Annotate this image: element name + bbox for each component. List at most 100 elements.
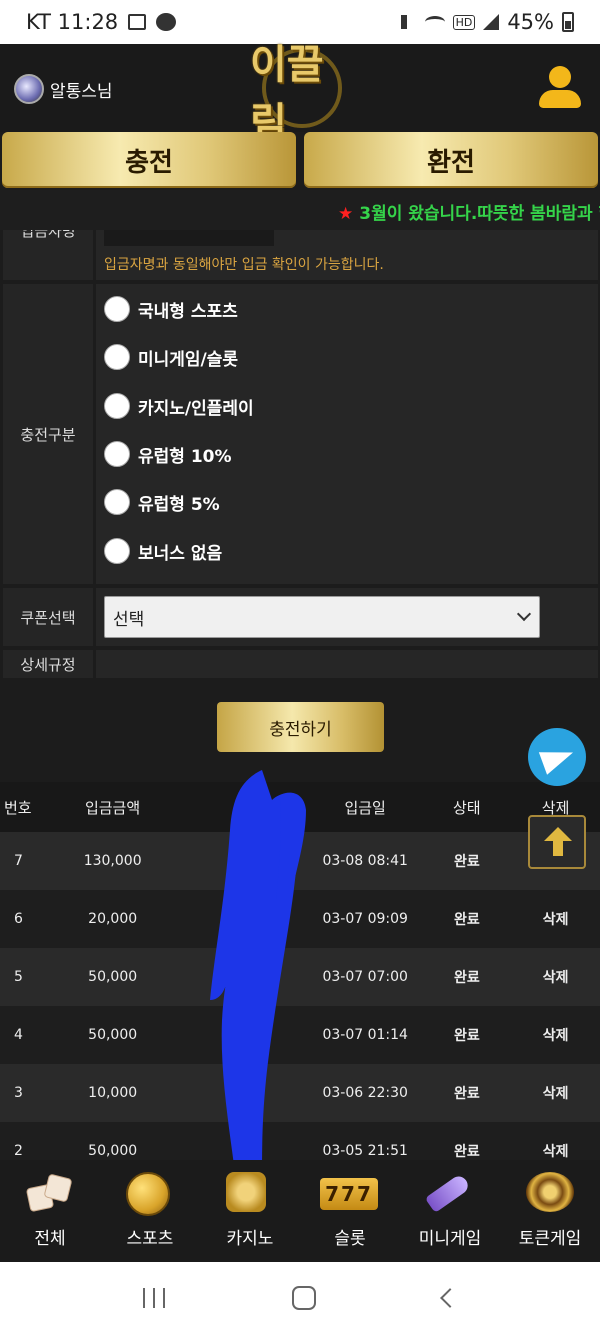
star-icon: ★: [338, 204, 354, 224]
detail-rules-label: 상세규정: [3, 650, 93, 678]
delete-button[interactable]: 삭제: [511, 1083, 600, 1103]
nav-item-slot[interactable]: 777 슬롯: [300, 1160, 400, 1262]
table-row: 6 20,000 03-07 09:09 완료 삭제: [0, 890, 600, 948]
cell-amount: 10,000: [88, 1085, 138, 1101]
cell-no: 2: [14, 1143, 23, 1159]
coupon-label: 쿠폰선택: [3, 588, 93, 646]
depositor-label-cell: 입금자명: [3, 230, 93, 280]
radio-circle[interactable]: [104, 344, 130, 370]
table-header: 번호 입금금액 입금일 상태 삭제: [0, 782, 600, 832]
chevron-down-icon: [516, 606, 532, 622]
radio-circle[interactable]: [104, 296, 130, 322]
nav-label: 전체: [34, 1229, 66, 1249]
carrier-time: KT 11:28: [26, 10, 119, 34]
signal-icon: [483, 14, 500, 30]
radio-option-casino-inplay[interactable]: 카지노/인플레이: [104, 393, 254, 419]
radio-option-minigame-slot[interactable]: 미니게임/슬롯: [104, 344, 238, 370]
header-status: 상태: [452, 798, 481, 817]
cell-status: 완료: [453, 1086, 480, 1102]
radio-circle[interactable]: [104, 441, 130, 467]
charge-tab-button[interactable]: 충전: [2, 132, 296, 188]
telegram-icon: [538, 741, 578, 775]
radio-option-european-5[interactable]: 유럽형 5%: [104, 489, 220, 515]
table-row: 7 130,000 03-08 08:41 완료: [0, 832, 600, 890]
nav-label: 스포츠: [126, 1229, 174, 1249]
table-row: 5 50,000 03-07 07:00 완료 삭제: [0, 948, 600, 1006]
roulette-icon: [526, 1172, 574, 1216]
slot-777-icon: 777: [320, 1172, 380, 1216]
radio-circle[interactable]: [104, 489, 130, 515]
bottom-nav: 전체 스포츠 카지노 777 슬롯 미니게임 토큰게임: [0, 1160, 600, 1262]
messenger-icon: [156, 13, 177, 31]
cell-no: 6: [14, 911, 23, 927]
battery-percent: 45%: [507, 10, 554, 34]
radio-label: 보너스 없음: [138, 543, 223, 564]
telegram-button[interactable]: [528, 728, 586, 786]
delete-button[interactable]: 삭제: [511, 1025, 600, 1045]
charge-type-options: 국내형 스포츠 미니게임/슬롯 카지노/인플레이 유럽형 10% 유럽형 5% …: [96, 284, 598, 584]
charge-type-row: 충전구분 국내형 스포츠 미니게임/슬롯 카지노/인플레이 유럽형 10% 유럽…: [0, 284, 600, 584]
charge-type-label: 충전구분: [3, 284, 93, 584]
nav-item-all[interactable]: 전체: [0, 1160, 100, 1262]
radio-label: 국내형 스포츠: [138, 301, 238, 322]
cell-date: 03-06 22:30: [322, 1085, 408, 1101]
submit-charge-button[interactable]: 충전하기: [217, 702, 384, 752]
nav-item-casino[interactable]: 카지노: [200, 1160, 300, 1262]
cell-status: 완료: [453, 912, 480, 928]
radio-circle[interactable]: [104, 393, 130, 419]
cell-date: 03-07 09:09: [322, 911, 408, 927]
casino-icon: [226, 1172, 274, 1216]
exchange-tab-button[interactable]: 환전: [304, 132, 598, 188]
scroll-to-top-button[interactable]: [528, 815, 586, 869]
radio-label: 유럽형 10%: [138, 446, 232, 467]
site-header: 알통스님 이끌림: [0, 42, 600, 146]
radio-label: 미니게임/슬롯: [138, 349, 239, 370]
delete-button[interactable]: 삭제: [511, 909, 600, 929]
marquee-message: 3월이 왔습니다.따뜻한 봄바람과 햇: [359, 204, 600, 224]
radio-option-domestic-sports[interactable]: 국내형 스포츠: [104, 296, 238, 322]
radio-circle[interactable]: [104, 538, 130, 564]
cell-status: 완료: [453, 854, 480, 870]
nav-item-minigame[interactable]: 미니게임: [400, 1160, 500, 1262]
nav-label: 토큰게임: [518, 1229, 582, 1249]
cell-no: 7: [14, 853, 23, 869]
table-row: 3 10,000 03-06 22:30 완료 삭제: [0, 1064, 600, 1122]
header-no: 번호: [4, 798, 32, 817]
nav-item-token-game[interactable]: 토큰게임: [500, 1160, 600, 1262]
notice-marquee: ★ 3월이 왔습니다.따뜻한 봄바람과 햇: [0, 190, 600, 230]
arrow-up-icon: [544, 827, 572, 841]
depositor-note: 입금자명과 동일해야만 입금 확인이 가능합니다.: [104, 257, 384, 273]
depositor-input[interactable]: [104, 230, 274, 246]
depositor-row: 입금자명 입금자명과 동일해야만 입금 확인이 가능합니다.: [0, 230, 600, 280]
profile-icon[interactable]: [538, 66, 582, 110]
site-logo[interactable]: 이끌림: [250, 42, 354, 146]
cell-status: 완료: [453, 970, 480, 986]
coupon-select[interactable]: 선택: [104, 596, 540, 638]
radio-option-european-10[interactable]: 유럽형 10%: [104, 441, 232, 467]
hd-badge: HD: [452, 14, 476, 30]
back-icon[interactable]: [439, 1287, 460, 1308]
cell-status: 완료: [453, 1028, 480, 1044]
coupon-row: 쿠폰선택 선택: [0, 588, 600, 646]
nav-label: 미니게임: [418, 1229, 482, 1249]
recent-apps-icon[interactable]: [143, 1287, 166, 1308]
username: 알통스님: [50, 81, 113, 102]
nav-item-sports[interactable]: 스포츠: [100, 1160, 200, 1262]
nav-label: 슬롯: [334, 1229, 366, 1249]
cell-amount: 130,000: [83, 853, 142, 869]
delete-button[interactable]: 삭제: [511, 967, 600, 987]
radio-option-no-bonus[interactable]: 보너스 없음: [104, 538, 222, 564]
dice-icon: [25, 1172, 74, 1216]
slot-777-text: 777: [320, 1178, 378, 1210]
cell-no: 5: [14, 969, 23, 985]
cell-status: 완료: [453, 1144, 480, 1160]
depositor-label: 입금자명: [20, 230, 76, 240]
delete-button[interactable]: 삭제: [511, 1141, 600, 1161]
level-badge-icon: [14, 74, 44, 104]
detail-rules-row: 상세규정: [0, 650, 600, 678]
radio-label: 유럽형 5%: [138, 494, 220, 515]
home-icon[interactable]: [291, 1285, 316, 1310]
table-row: 4 50,000 03-07 01:14 완료 삭제: [0, 1006, 600, 1064]
detail-rules-value: [96, 650, 598, 678]
user-info[interactable]: 알통스님: [14, 74, 113, 104]
